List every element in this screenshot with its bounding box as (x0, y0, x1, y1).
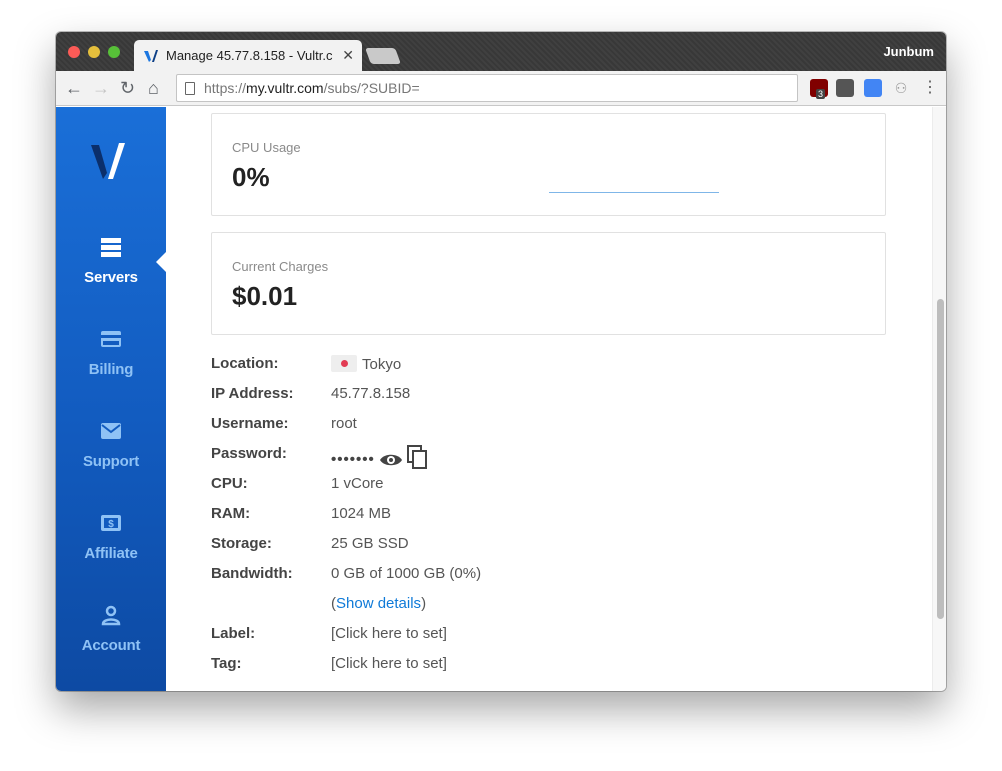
detail-key: Storage: (211, 535, 272, 552)
bandwidth-value: 0 GB of 1000 GB (0%) (331, 565, 482, 582)
page-icon (185, 81, 195, 95)
url-path: /subs/?SUBID= (323, 80, 420, 96)
translate-icon[interactable] (864, 79, 882, 97)
sidebar-item-affiliate[interactable]: $ Affiliate (56, 511, 166, 591)
detail-key: CPU: (211, 475, 248, 492)
show-details-link[interactable]: Show details (336, 595, 421, 612)
scrollbar[interactable] (932, 107, 946, 691)
tab-title: Manage 45.77.8.158 - Vultr.c (166, 48, 333, 63)
window-minimize-button[interactable] (88, 46, 100, 58)
detail-row-storage: Storage: 25 GB SSD (211, 535, 811, 565)
reload-icon[interactable]: ↻ (120, 78, 135, 98)
sidebar-item-servers[interactable]: Servers (56, 235, 166, 315)
detail-row-cpu: CPU: 1 vCore (211, 475, 811, 505)
address-bar[interactable]: https:// my.vultr.com /subs/?SUBID= (176, 74, 798, 102)
location-value: Tokyo (362, 356, 402, 373)
sidebar-item-label: Support (82, 453, 140, 470)
sidebar-item-support[interactable]: Support (56, 419, 166, 499)
svg-text:$: $ (108, 519, 114, 530)
cpu-usage-card: CPU Usage 0% (211, 113, 886, 216)
url-scheme: https:// (204, 80, 247, 96)
url-host: my.vultr.com (246, 80, 324, 96)
detail-key: IP Address: (211, 385, 294, 402)
sidebar-item-label: Servers (84, 269, 138, 286)
copy-icon[interactable] (407, 445, 429, 469)
profile-name[interactable]: Junbum (883, 44, 934, 59)
sidebar-item-billing[interactable]: Billing (56, 327, 166, 407)
detail-row-location: Location: Tokyo (211, 355, 811, 385)
cpu-usage-sparkline (549, 192, 719, 193)
title-bar: Manage 45.77.8.158 - Vultr.c ✕ Junbum (56, 32, 946, 71)
current-charges-value: $0.01 (232, 281, 298, 311)
forward-arrow-icon[interactable]: → (92, 78, 110, 98)
password-value-group: ••••••• (331, 445, 429, 469)
password-value: ••••••• (331, 451, 375, 468)
detail-key: Username: (211, 415, 289, 432)
browser-window: Manage 45.77.8.158 - Vultr.c ✕ Junbum ← … (56, 32, 946, 691)
billing-card-icon (101, 331, 121, 347)
detail-key: Label: (211, 625, 256, 642)
eye-icon[interactable] (379, 451, 403, 469)
ram-value: 1024 MB (331, 505, 392, 522)
sidebar: Servers Billing Support $ Affiliate Acco… (56, 107, 167, 691)
storage-value: 25 GB SSD (331, 535, 409, 552)
sidebar-item-label: Billing (88, 361, 134, 378)
cpu-value: 1 vCore (331, 475, 384, 492)
browser-tab[interactable]: Manage 45.77.8.158 - Vultr.c ✕ (134, 40, 362, 71)
vultr-logo-icon[interactable] (89, 139, 133, 183)
detail-key: Location: (211, 355, 279, 372)
window-maximize-button[interactable] (108, 46, 120, 58)
set-tag-link[interactable]: [Click here to set] (331, 655, 447, 672)
dollar-bill-icon: $ (101, 515, 121, 531)
sidebar-item-label: Affiliate (84, 545, 138, 562)
current-charges-label: Current Charges (232, 259, 329, 274)
window-close-button[interactable] (68, 46, 80, 58)
detail-key: Tag: (211, 655, 242, 672)
detail-row-ram: RAM: 1024 MB (211, 505, 811, 535)
back-arrow-icon[interactable]: ← (65, 78, 83, 98)
bulb-icon[interactable] (836, 79, 854, 97)
page-content: Servers Billing Support $ Affiliate Acco… (56, 107, 946, 691)
japan-flag-icon (331, 355, 357, 372)
scrollbar-thumb[interactable] (937, 299, 944, 619)
extension-badge: 3 (816, 89, 826, 99)
new-tab-button[interactable] (365, 48, 401, 64)
detail-row-username: Username: root (211, 415, 811, 445)
detail-row-tag: Tag: [Click here to set] (211, 655, 811, 685)
detail-row-bandwidth: Bandwidth: 0 GB of 1000 GB (0%) (211, 565, 811, 595)
set-label-link[interactable]: [Click here to set] (331, 625, 447, 642)
detail-value: Tokyo (331, 355, 401, 373)
sidebar-item-label: Account (81, 637, 141, 654)
cpu-usage-value: 0% (232, 162, 270, 192)
envelope-icon (101, 423, 121, 439)
detail-key: RAM: (211, 505, 251, 522)
home-icon[interactable]: ⌂ (148, 78, 159, 98)
tab-close-icon[interactable]: ✕ (342, 47, 354, 64)
username-value: root (331, 415, 357, 432)
cpu-usage-label: CPU Usage (232, 140, 301, 155)
menu-dots-icon[interactable]: ⋮ (922, 79, 938, 97)
ip-address-value: 45.77.8.158 (331, 385, 411, 402)
vultr-favicon-icon (144, 49, 158, 62)
detail-row-label: Label: [Click here to set] (211, 625, 811, 655)
main-panel: CPU Usage 0% Current Charges $0.01 Locat… (166, 107, 932, 691)
current-charges-card: Current Charges $0.01 (211, 232, 886, 335)
sidebar-item-account[interactable]: Account (56, 603, 166, 683)
show-details-group: (Show details) (331, 595, 426, 612)
detail-row-ip: IP Address: 45.77.8.158 (211, 385, 811, 415)
network-icon[interactable]: ⚇ (892, 79, 910, 97)
user-icon (101, 605, 121, 626)
detail-row-show-details: (Show details) (211, 595, 811, 625)
detail-key: Password: (211, 445, 287, 462)
servers-icon (101, 238, 121, 257)
browser-toolbar: ← → ↻ ⌂ https:// my.vultr.com /subs/?SUB… (56, 71, 946, 106)
paren-close: ) (421, 595, 427, 612)
detail-row-password: Password: ••••••• (211, 445, 811, 475)
detail-key: Bandwidth: (211, 565, 293, 582)
